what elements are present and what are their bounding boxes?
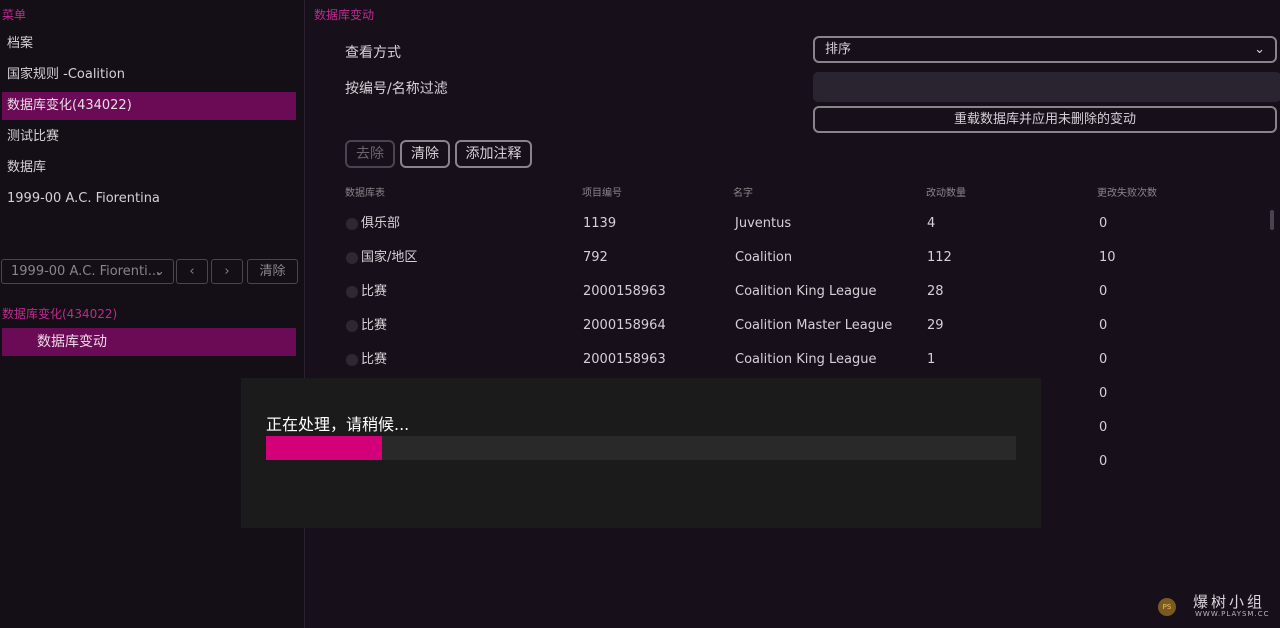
- cell-changes: 1: [927, 352, 936, 367]
- remove-button[interactable]: 去除: [345, 140, 395, 168]
- cell-changes: 112: [927, 250, 952, 265]
- table-row[interactable]: 比赛 2000158964 Coalition Master League 29…: [345, 309, 1265, 343]
- sidebar: 菜单 档案 国家规则 -Coalition 数据库变化(434022) 测试比赛…: [0, 0, 305, 628]
- view-mode-label: 查看方式: [345, 45, 401, 61]
- cell-name: Coalition Master League: [735, 318, 893, 333]
- row-select-radio[interactable]: [346, 354, 358, 366]
- column-header-id: 项目编号: [582, 188, 622, 199]
- cell-id: 2000158963: [583, 284, 666, 299]
- cell-fails: 0: [1099, 352, 1108, 367]
- menu-item-club[interactable]: 1999-00 A.C. Fiorentina: [2, 185, 296, 213]
- table-row[interactable]: 国家/地区 792 Coalition 112 10: [345, 241, 1265, 275]
- forward-button[interactable]: ›: [211, 259, 243, 284]
- view-mode-select[interactable]: 排序 ⌄: [813, 36, 1277, 63]
- cell-table: 比赛: [361, 318, 388, 333]
- progress-bar-fill: [266, 436, 383, 460]
- clear-button[interactable]: 清除: [400, 140, 450, 168]
- menu-item-test-match[interactable]: 测试比赛: [2, 123, 296, 151]
- main-panel: 数据库变动 查看方式 排序 ⌄ 按编号/名称过滤 重载数据库并应用未删除的变动 …: [305, 0, 1280, 628]
- cell-table: 国家/地区: [361, 250, 418, 265]
- column-header-table: 数据库表: [345, 188, 385, 199]
- processing-message: 正在处理，请稍候...: [266, 415, 410, 434]
- watermark-url: WWW.PLAYSM.CC: [1195, 610, 1270, 618]
- section-title: 数据库变化(434022): [2, 307, 118, 321]
- column-header-name: 名字: [733, 188, 753, 199]
- filter-label: 按编号/名称过滤: [345, 81, 448, 97]
- cell-table: 比赛: [361, 352, 388, 367]
- cell-table: 比赛: [361, 284, 388, 299]
- cell-id: 1139: [583, 216, 617, 231]
- cell-fails: 0: [1099, 386, 1108, 401]
- cell-fails: 0: [1099, 216, 1108, 231]
- row-select-radio[interactable]: [346, 252, 358, 264]
- progress-bar: [266, 436, 1016, 460]
- cell-name: Coalition King League: [735, 284, 877, 299]
- history-select[interactable]: 1999-00 A.C. Fiorenti... ⌄: [1, 259, 174, 284]
- menu-item-database[interactable]: 数据库: [2, 154, 296, 182]
- cell-name: Coalition: [735, 250, 793, 265]
- chevron-right-icon: ›: [224, 264, 230, 279]
- watermark-logo-icon: PS: [1158, 598, 1176, 616]
- cell-id: 2000158963: [583, 352, 666, 367]
- menu-title: 菜单: [2, 8, 27, 22]
- cell-fails: 0: [1099, 318, 1108, 333]
- processing-dialog: 正在处理，请稍候...: [241, 378, 1041, 528]
- add-note-button[interactable]: 添加注释: [455, 140, 532, 168]
- row-select-radio[interactable]: [346, 320, 358, 332]
- cell-changes: 29: [927, 318, 944, 333]
- chevron-down-icon: ⌄: [1254, 42, 1265, 57]
- cell-id: 792: [583, 250, 608, 265]
- cell-changes: 4: [927, 216, 936, 231]
- cell-table: 俱乐部: [361, 216, 401, 231]
- menu-item-archive[interactable]: 档案: [2, 30, 296, 58]
- column-header-changes: 改动数量: [926, 188, 966, 199]
- cell-fails: 0: [1099, 454, 1108, 469]
- cell-fails: 0: [1099, 420, 1108, 435]
- table-row[interactable]: 比赛 2000158963 Coalition King League 1 0: [345, 343, 1265, 377]
- sub-item-db-change-list[interactable]: 数据库变动: [2, 328, 296, 356]
- reload-database-button[interactable]: 重载数据库并应用未删除的变动: [813, 106, 1277, 133]
- column-header-fails: 更改失败次数: [1097, 188, 1157, 199]
- cell-name: Juventus: [735, 216, 792, 231]
- page-title: 数据库变动: [314, 8, 375, 22]
- table-scrollbar[interactable]: [1270, 210, 1274, 230]
- filter-input[interactable]: [813, 72, 1280, 102]
- cell-fails: 10: [1099, 250, 1116, 265]
- chevron-left-icon: ‹: [189, 264, 195, 279]
- history-select-value: 1999-00 A.C. Fiorenti...: [11, 264, 161, 279]
- row-select-radio[interactable]: [346, 218, 358, 230]
- table-row[interactable]: 俱乐部 1139 Juventus 4 0: [345, 207, 1265, 241]
- cell-id: 2000158964: [583, 318, 666, 333]
- cell-fails: 0: [1099, 284, 1108, 299]
- row-select-radio[interactable]: [346, 286, 358, 298]
- menu-item-db-changes[interactable]: 数据库变化(434022): [2, 92, 296, 120]
- cell-name: Coalition King League: [735, 352, 877, 367]
- table-row[interactable]: 比赛 2000158963 Coalition King League 28 0: [345, 275, 1265, 309]
- watermark-title: 爆树小组: [1193, 593, 1266, 611]
- menu-item-national-rules[interactable]: 国家规则 -Coalition: [2, 61, 296, 89]
- chevron-down-icon: ⌄: [154, 264, 165, 279]
- history-clear-button[interactable]: 清除: [247, 259, 298, 284]
- view-mode-value: 排序: [825, 42, 852, 57]
- cell-changes: 28: [927, 284, 944, 299]
- back-button[interactable]: ‹: [176, 259, 208, 284]
